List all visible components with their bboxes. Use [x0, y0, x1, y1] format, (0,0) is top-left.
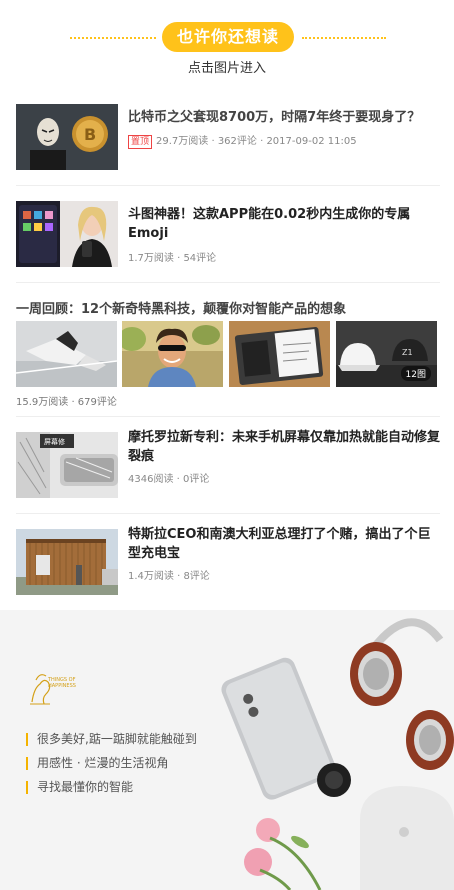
article-meta: 1.7万阅读 · 54评论: [128, 253, 217, 264]
recommend-pill: 也许你还想读: [162, 22, 294, 52]
gallery-image[interactable]: [122, 321, 223, 387]
article-thumbnail[interactable]: [16, 201, 118, 267]
divider: [16, 185, 440, 186]
svg-text:屏幕修: 屏幕修: [44, 437, 65, 446]
article-meta: 1.4万阅读 · 8评论: [128, 571, 210, 582]
article-title[interactable]: 斗图神器！这款APP能在0.02秒内生成你的专属Emoji: [128, 205, 440, 243]
article-title[interactable]: 比特币之父套现8700万，时隔7年终于要现身了？: [128, 108, 440, 127]
gallery-image[interactable]: [16, 321, 117, 387]
article-item[interactable]: 屏幕修 摩托罗拉新专利：未来手机屏幕仅靠加热就能自动修复裂痕 4346阅读 · …: [0, 430, 454, 502]
promo-banner[interactable]: THINGS OF HAPPINESS 很多美好,踮一踮脚就能触碰到 用感性 ·…: [0, 610, 454, 890]
gallery-meta: 15.9万阅读 · 679评论: [16, 397, 117, 408]
article-title[interactable]: 摩托罗拉新专利：未来手机屏幕仅靠加热就能自动修复裂痕: [128, 428, 440, 466]
divider: [16, 282, 440, 283]
left-dotted-line: [70, 37, 156, 39]
article-item[interactable]: 特斯拉CEO和南澳大利亚总理打了个赌，搞出了个巨型充电宝 1.4万阅读 · 8评…: [0, 527, 454, 599]
gallery-title[interactable]: 一周回顾：12个新奇特黑科技，颠覆你对智能产品的想象: [16, 298, 446, 317]
divider: [16, 416, 440, 417]
gallery-image[interactable]: Z1 12图: [336, 321, 437, 387]
banner-line: 很多美好,踮一踮脚就能触碰到: [26, 733, 197, 746]
article-stats: 29.7万阅读 · 362评论 · 2017-09-02 11:05: [156, 136, 357, 147]
banner-product-illustration: [0, 610, 454, 890]
divider: [16, 513, 440, 514]
article-thumbnail[interactable]: [16, 529, 118, 595]
recommend-header: 也许你还想读 点击图片进入: [0, 0, 454, 88]
article-thumbnail[interactable]: 屏幕修: [16, 432, 118, 498]
article-thumbnail[interactable]: B: [16, 104, 118, 170]
recommend-subtitle: 点击图片进入: [187, 61, 266, 76]
pinned-tag: 置顶: [128, 135, 153, 149]
image-count-badge: 12图: [400, 366, 431, 381]
article-meta: 4346阅读 · 0评论: [128, 474, 210, 485]
article-meta: 置顶 29.7万阅读 · 362评论 · 2017-09-02 11:05: [128, 132, 357, 149]
banner-line: 用感性 · 烂漫的生活视角: [26, 757, 168, 770]
right-dotted-line: [302, 37, 386, 39]
svg-text:B: B: [84, 125, 96, 144]
article-item[interactable]: 斗图神器！这款APP能在0.02秒内生成你的专属Emoji 1.7万阅读 · 5…: [0, 201, 454, 271]
gallery-image[interactable]: [229, 321, 330, 387]
banner-line: 寻找最懂你的智能: [26, 781, 133, 794]
article-title[interactable]: 特斯拉CEO和南澳大利亚总理打了个赌，搞出了个巨型充电宝: [128, 525, 440, 563]
logo-text: THINGS OF HAPPINESS: [48, 677, 76, 689]
svg-text:Z1: Z1: [402, 348, 413, 357]
article-item[interactable]: B 比特币之父套现8700万，时隔7年终于要现身了？ 置顶 29.7万阅读 · 3…: [0, 104, 454, 174]
